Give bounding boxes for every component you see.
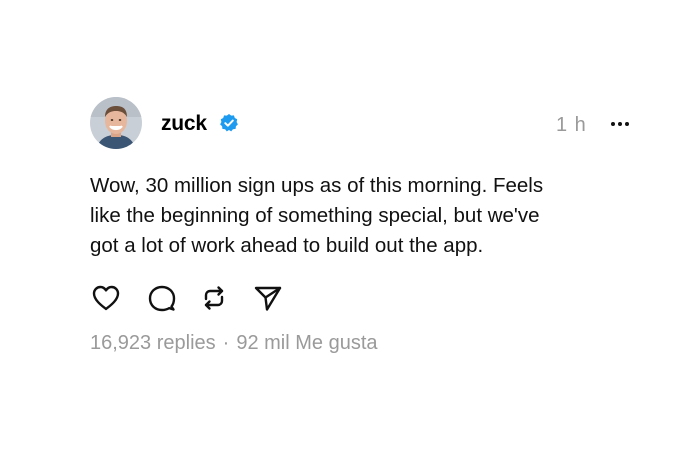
stats-separator: · — [222, 332, 230, 354]
post-body-line: Wow, 30 million sign ups as of this morn… — [90, 174, 544, 197]
replies-count-link[interactable]: 16,923 replies — [90, 330, 216, 356]
send-paper-plane-icon[interactable] — [252, 282, 284, 314]
avatar[interactable] — [90, 97, 142, 149]
heart-icon[interactable] — [90, 282, 122, 314]
post-body-line: got a lot of work ahead to build out the… — [90, 234, 484, 257]
post-body: Wow, 30 million sign ups as of this morn… — [90, 171, 650, 261]
likes-count-link[interactable]: 92 mil Me gusta — [236, 330, 377, 356]
username[interactable]: zuck — [161, 111, 207, 137]
thread-post: zuck 1 h Wow, 30 million sign ups as of … — [0, 0, 700, 464]
comment-bubble-icon[interactable] — [146, 282, 178, 314]
more-options-icon[interactable] — [608, 116, 632, 132]
post-stats: 16,923 replies · 92 mil Me gusta — [90, 330, 378, 356]
profile-photo — [90, 97, 142, 149]
repost-arrows-icon[interactable] — [198, 282, 230, 314]
verified-badge-icon — [220, 114, 238, 132]
post-timestamp: 1 h — [556, 114, 587, 136]
post-body-line: like the beginning of something special,… — [90, 204, 540, 227]
